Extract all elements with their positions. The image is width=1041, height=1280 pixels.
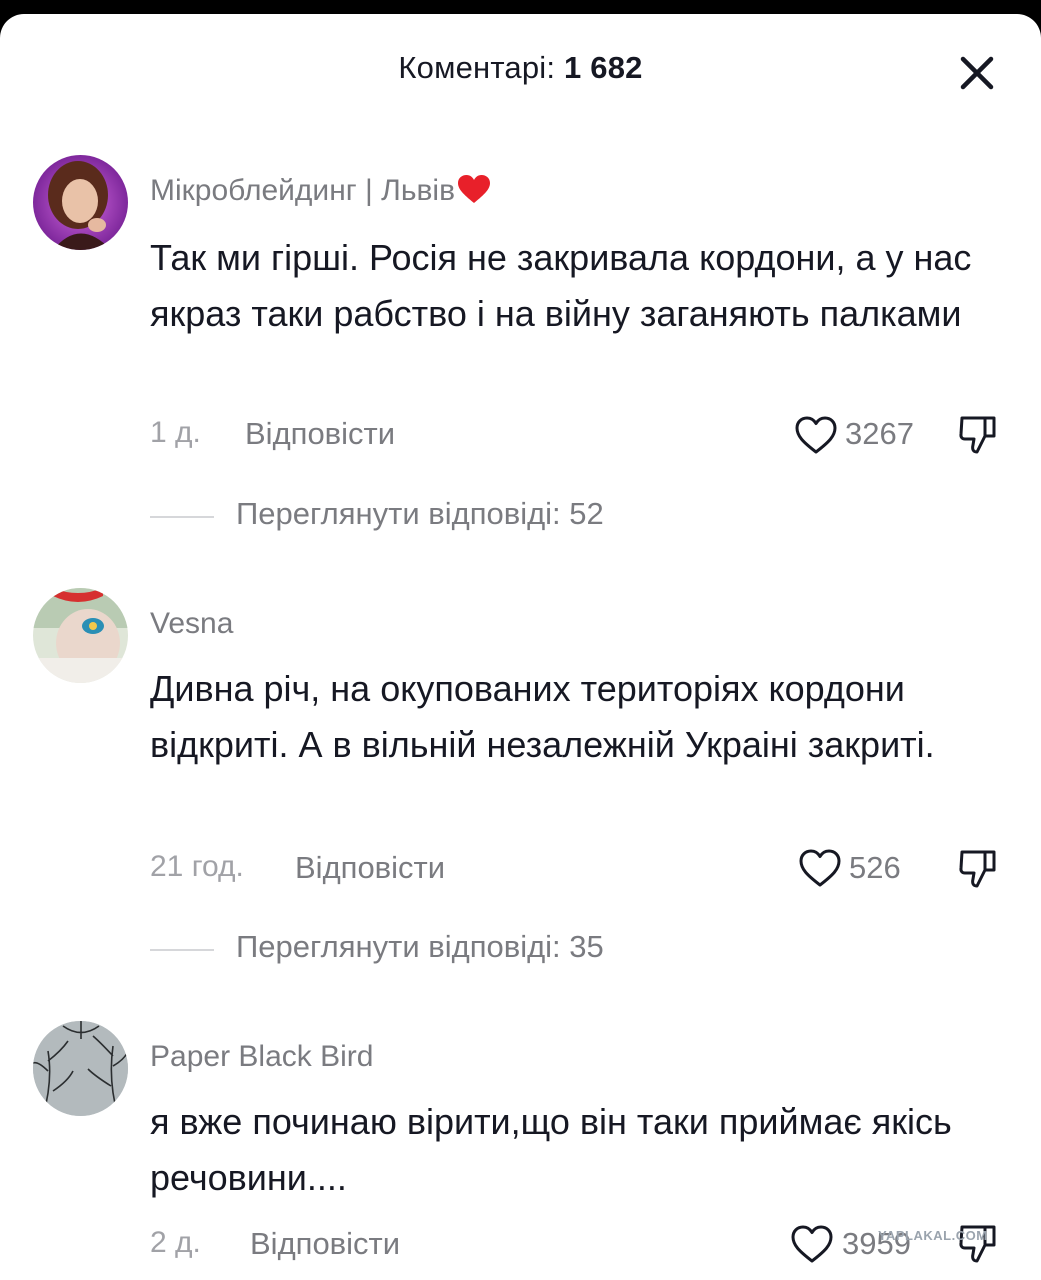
view-replies-button[interactable]: Переглянути відповіді: 35 xyxy=(150,929,750,969)
heart-outline-icon[interactable] xyxy=(790,1224,834,1264)
view-replies-label: Переглянути відповіді: 35 xyxy=(236,929,604,964)
like-count: 3267 xyxy=(845,416,914,451)
reply-button[interactable]: Відповісти xyxy=(295,850,445,886)
comments-title: Коментарі: 1 682 xyxy=(0,50,1041,86)
comment-time: 21 год. xyxy=(150,850,244,883)
avatar[interactable] xyxy=(33,155,128,250)
avatar-image xyxy=(33,588,128,683)
username-text: Мікроблейдинг | Львів xyxy=(150,174,456,207)
heart-outline-icon[interactable] xyxy=(798,848,842,888)
like-count: 526 xyxy=(849,850,901,885)
view-replies-label: Переглянути відповіді: 52 xyxy=(236,496,604,531)
view-replies-button[interactable]: Переглянути відповіді: 52 xyxy=(150,496,750,536)
reply-button[interactable]: Відповісти xyxy=(250,1226,400,1262)
comment-text: я вже починаю вірити,що він таки приймає… xyxy=(150,1101,952,1198)
watermark-text: YAPLAKAL.COM xyxy=(878,1228,988,1243)
replies-divider xyxy=(150,516,214,518)
comments-header: Коментарі: 1 682 xyxy=(0,14,1041,126)
comment-time: 1 д. xyxy=(150,416,201,449)
close-icon xyxy=(960,56,994,90)
reply-button[interactable]: Відповісти xyxy=(245,416,395,452)
thumbs-down-icon[interactable] xyxy=(958,848,998,890)
comment-username[interactable]: Vesna xyxy=(150,607,233,641)
comment-text: Дивна річ, на окупованих територіях корд… xyxy=(150,668,935,765)
avatar-image xyxy=(33,155,128,250)
close-button[interactable] xyxy=(954,50,1000,96)
thumbs-down-icon[interactable] xyxy=(958,414,998,456)
comment-username[interactable]: Мікроблейдинг | Львів xyxy=(150,174,491,208)
avatar[interactable] xyxy=(33,1021,128,1116)
heart-outline-icon[interactable] xyxy=(794,415,838,455)
comment-text: Так ми гірші. Росія не закривала кордони… xyxy=(150,237,972,334)
red-heart-icon xyxy=(458,175,491,203)
comments-count: 1 682 xyxy=(564,50,643,85)
comments-sheet: Коментарі: 1 682 Мікроблейдинг | Львів Т… xyxy=(0,14,1041,1280)
comments-title-prefix: Коментарі: xyxy=(398,50,565,85)
comment-time: 2 д. xyxy=(150,1226,201,1259)
avatar[interactable] xyxy=(33,588,128,683)
comment-username[interactable]: Paper Black Bird xyxy=(150,1040,373,1074)
avatar-image xyxy=(33,1021,128,1116)
replies-divider xyxy=(150,949,214,951)
